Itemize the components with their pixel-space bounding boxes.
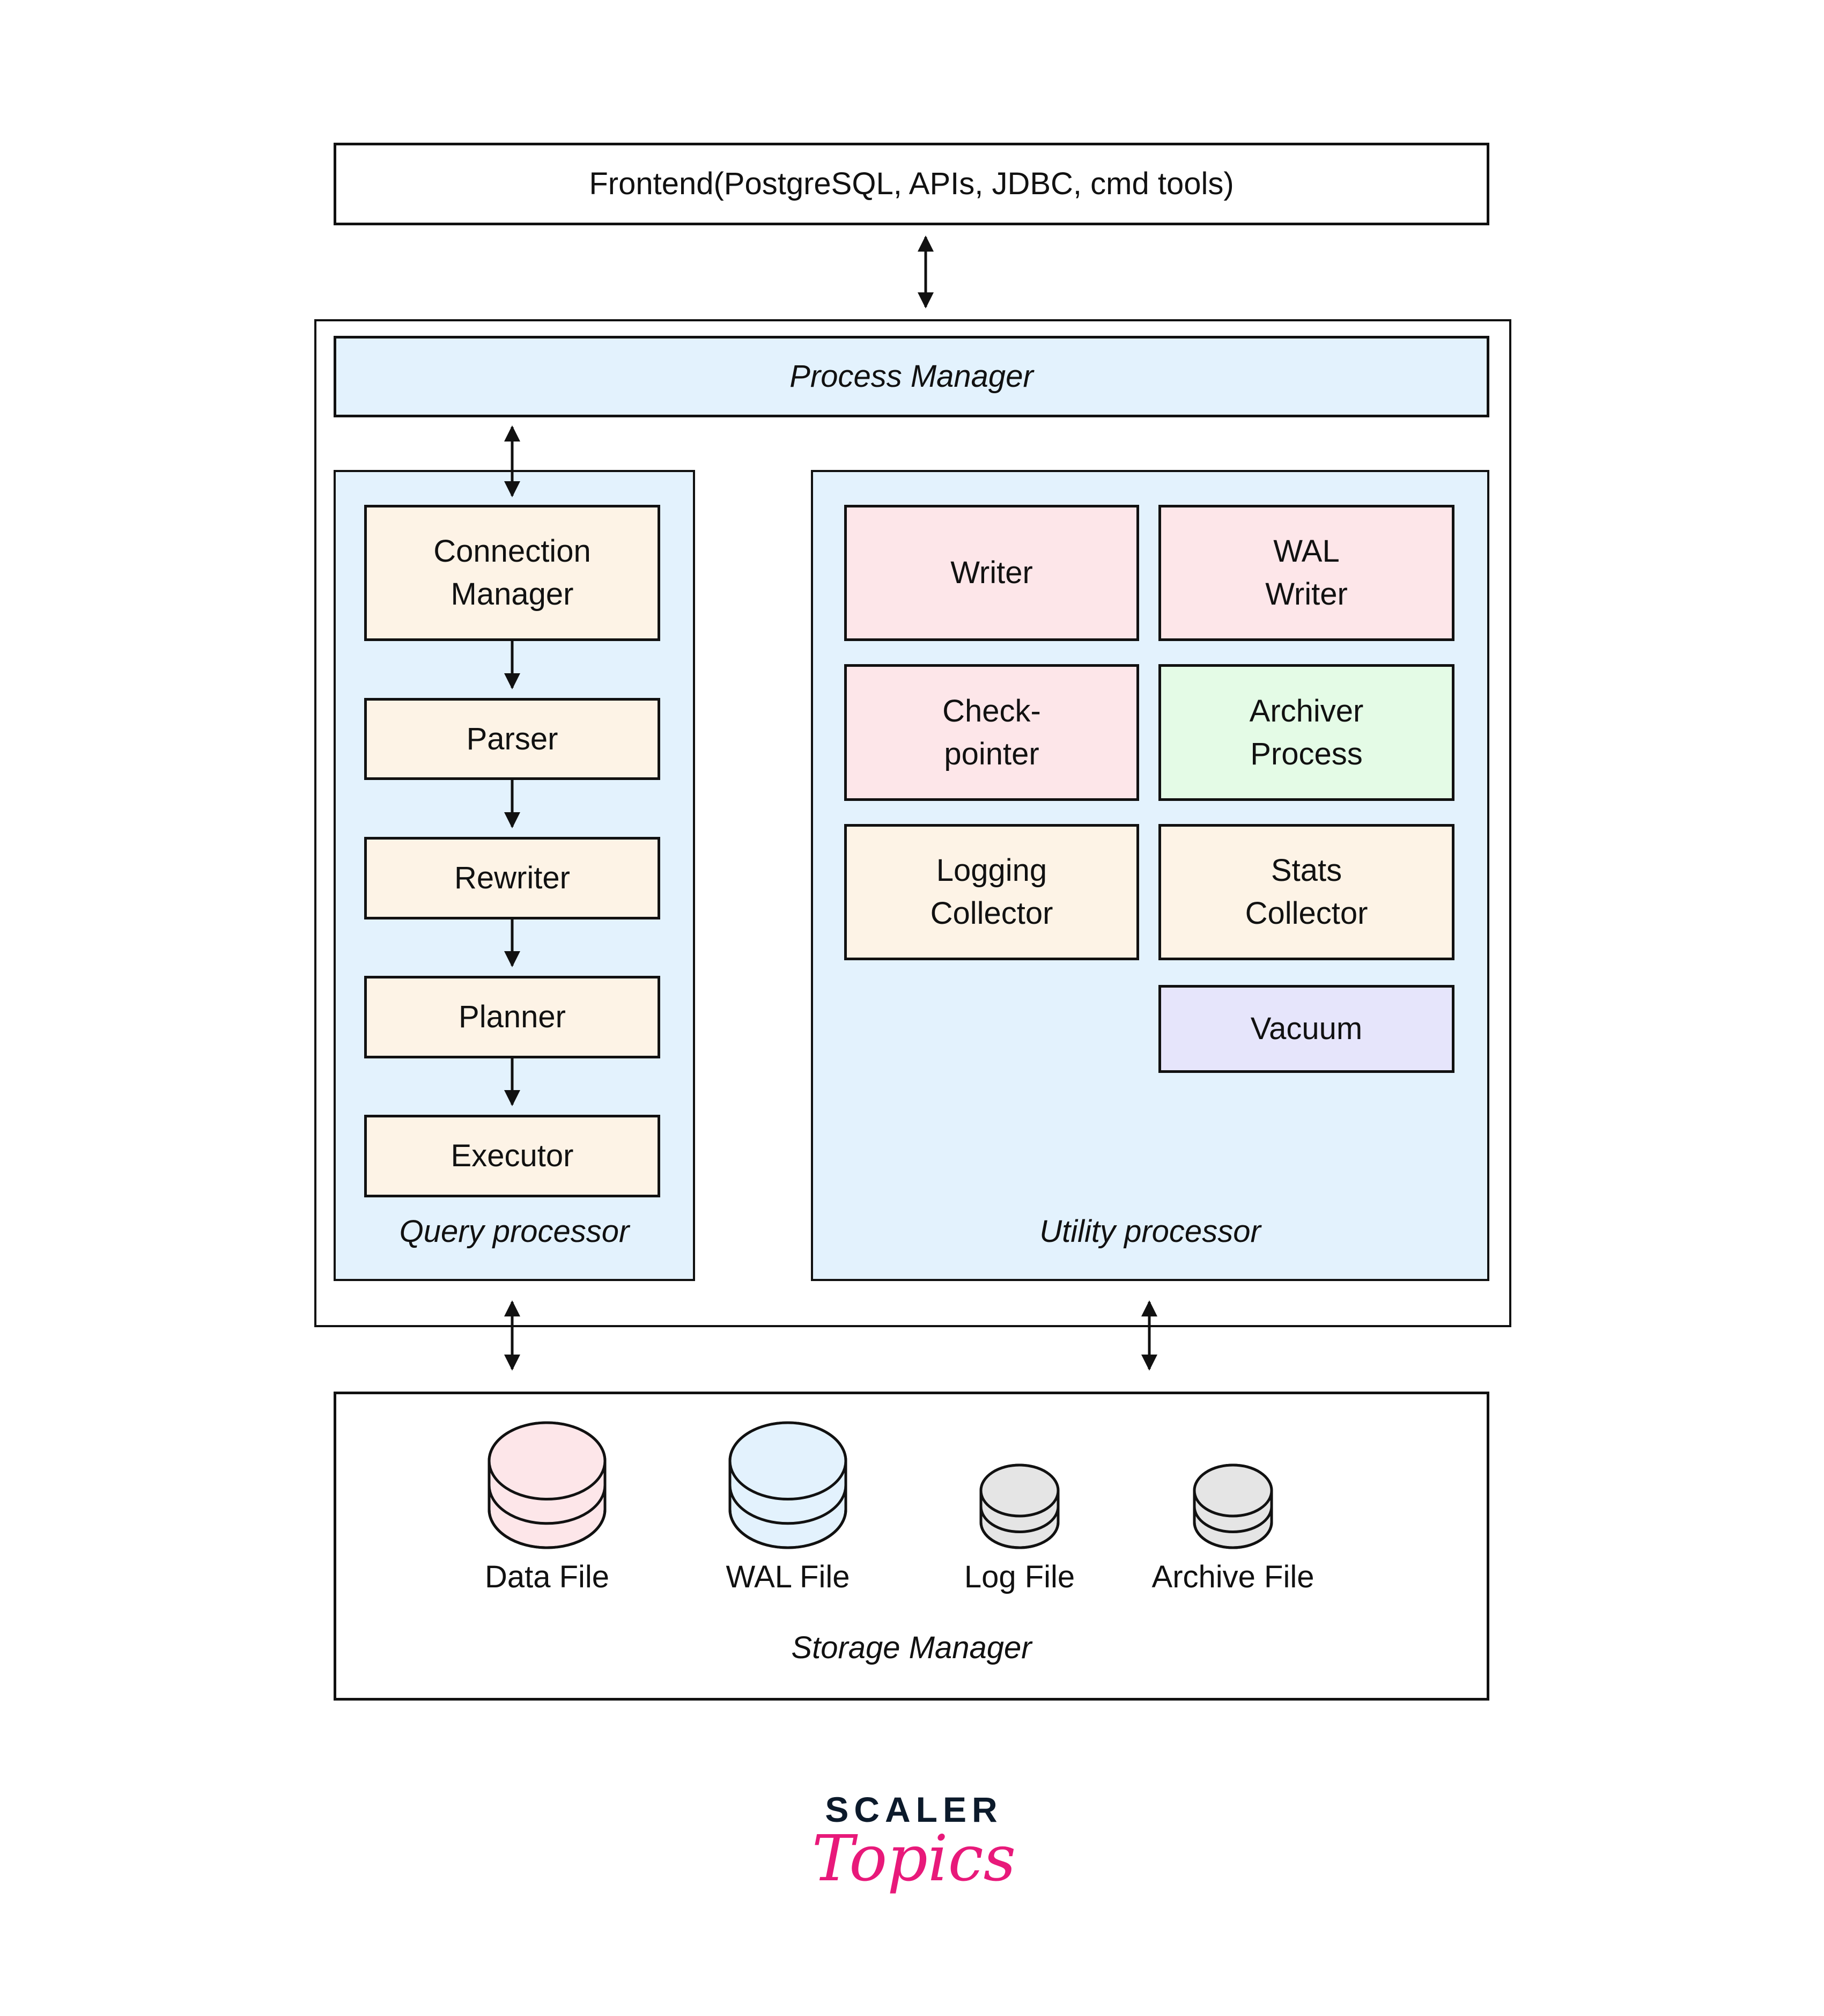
data-file-cylinder-icon	[488, 1421, 607, 1549]
logo-topics-text: Topics	[811, 1821, 1016, 1895]
connectors-layer	[488, 236, 1273, 1549]
log-file-cylinder-icon	[979, 1463, 1060, 1549]
wal-file-cylinder-icon	[728, 1421, 847, 1549]
archive-file-cylinder-icon	[1193, 1463, 1273, 1549]
